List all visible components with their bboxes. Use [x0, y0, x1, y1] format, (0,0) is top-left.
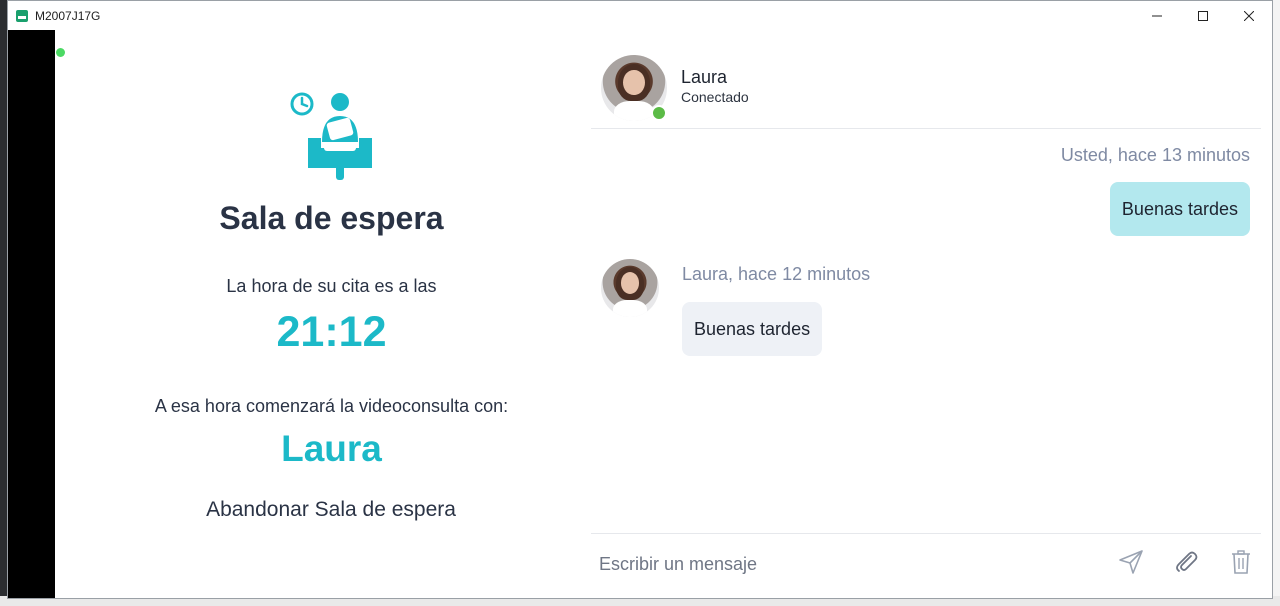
message-input[interactable]: [597, 548, 1081, 580]
message-bubble-outgoing: Buenas tardes: [1109, 182, 1250, 236]
message-composer: [591, 533, 1261, 598]
minimize-icon: [1152, 15, 1162, 16]
video-preview-strip: [8, 30, 55, 598]
title-bar: M2007J17G: [8, 1, 1272, 30]
delete-button[interactable]: [1227, 548, 1255, 576]
trash-icon: [1232, 550, 1250, 574]
waiting-room-icon: [290, 92, 372, 180]
message-meta: Usted, hace 13 minutos: [1060, 145, 1250, 165]
contact-name: Laura: [681, 67, 728, 87]
send-button[interactable]: [1117, 548, 1145, 576]
contact-status: Conectado: [681, 89, 749, 105]
minimize-button[interactable]: [1134, 1, 1180, 30]
attach-icon: [1176, 551, 1198, 572]
online-status-dot: [651, 105, 667, 121]
chat-header: Laura Conectado: [591, 30, 1261, 129]
close-icon: [1244, 10, 1254, 21]
window-title: M2007J17G: [35, 8, 101, 23]
message-avatar: [601, 259, 659, 317]
leave-waiting-room-button[interactable]: Abandonar Sala de espera: [181, 498, 481, 522]
maximize-button[interactable]: [1180, 1, 1226, 30]
appointment-label: La hora de su cita es a las: [226, 276, 437, 296]
window-controls: [1134, 1, 1272, 30]
message-meta: Laura, hace 12 minutos: [682, 264, 871, 284]
send-icon: [1119, 550, 1143, 574]
chat-panel: Laura Conectado Usted, hace 13 minutos B…: [591, 30, 1261, 598]
close-button[interactable]: [1226, 1, 1272, 30]
app-window: M2007J17G Sala de espera La hora de su c…: [7, 0, 1273, 599]
message-bubble-incoming: Buenas tardes: [682, 302, 823, 356]
doctor-name: Laura: [281, 428, 382, 469]
maximize-icon: [1198, 10, 1208, 21]
waiting-room-panel: Sala de espera La hora de su cita es a l…: [55, 30, 608, 598]
app-icon: [16, 9, 28, 22]
appointment-time: 21:12: [276, 308, 387, 356]
consult-label: A esa hora comenzará la videoconsulta co…: [154, 396, 509, 416]
page-title: Sala de espera: [219, 200, 444, 236]
attach-button[interactable]: [1172, 548, 1200, 576]
